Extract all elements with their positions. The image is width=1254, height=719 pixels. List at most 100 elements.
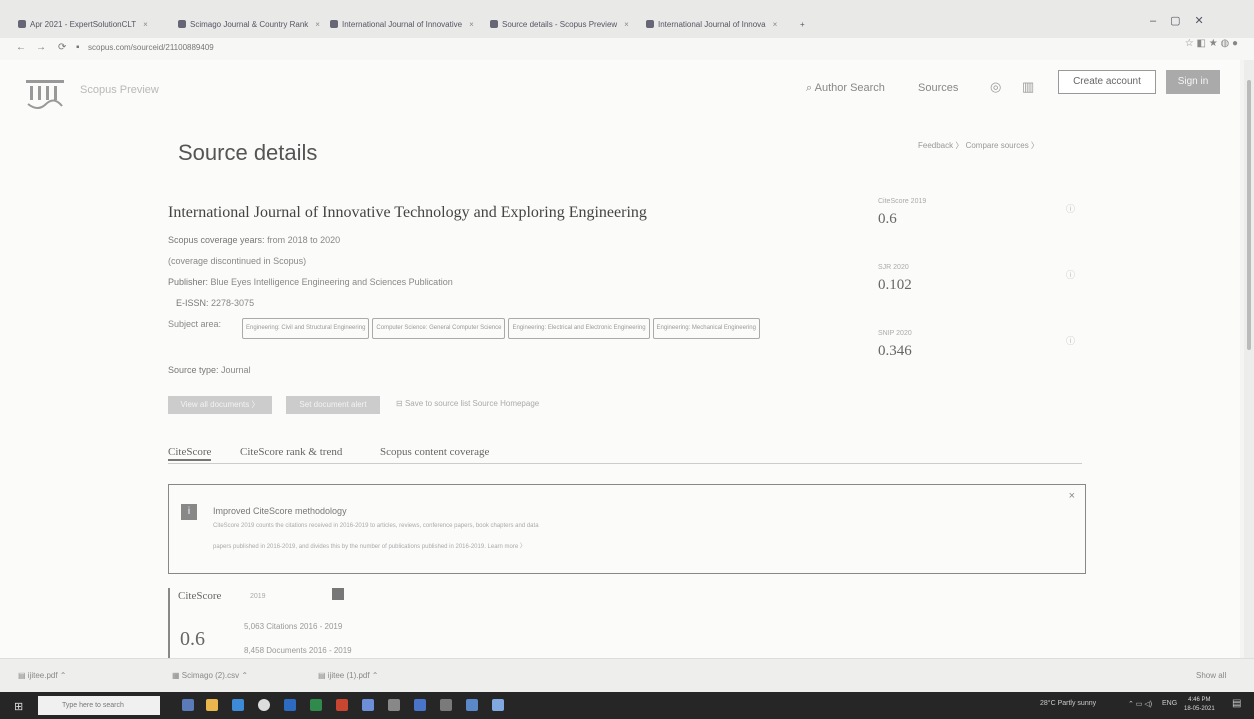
tab-scopus-content-coverage[interactable]: Scopus content coverage: [380, 446, 489, 458]
browser-tab-strip: Apr 2021 - ExpertSolutionCLT × Scimago Jo…: [0, 0, 1254, 38]
taskbar-search-input[interactable]: Type here to search: [38, 696, 160, 715]
mail-icon[interactable]: [232, 699, 244, 711]
lock-icon: ▪: [76, 42, 80, 53]
app-icon[interactable]: [466, 699, 478, 711]
citescore-label: CiteScore 2019: [878, 198, 927, 205]
app-icon[interactable]: [492, 699, 504, 711]
browser-tab-active[interactable]: International Journal of Innova ×: [646, 14, 777, 34]
close-tab-icon[interactable]: ×: [773, 20, 778, 29]
help-icon[interactable]: ◎: [990, 79, 1001, 95]
tray-icons[interactable]: ⌃ ▭ ◁): [1128, 700, 1152, 708]
citescore-methodology-notice: i Improved CiteScore methodology CiteSco…: [168, 484, 1086, 574]
app-icon[interactable]: [414, 699, 426, 711]
save-to-source-list-link[interactable]: ⊟ Save to source list Source Homepage: [396, 399, 539, 408]
chrome-icon[interactable]: [258, 699, 270, 711]
notice-title: Improved CiteScore methodology: [213, 506, 347, 516]
documents-count[interactable]: 8,458 Documents 2016 - 2019: [244, 646, 352, 655]
brand-name[interactable]: Scopus Preview: [80, 84, 159, 96]
word-icon[interactable]: [284, 699, 296, 711]
citescore-big-value: 0.6: [180, 628, 205, 650]
download-item[interactable]: ▤ ijitee.pdf ⌃: [18, 671, 67, 680]
snip-label: SNIP 2020: [878, 330, 912, 337]
taskbar-clock[interactable]: 4:46 PM 18-05-2021: [1184, 696, 1215, 714]
subject-chip[interactable]: Engineering: Mechanical Engineering: [652, 318, 760, 339]
citescore-panel: CiteScore 2019 0.6 5,063 Citations 2016 …: [168, 588, 468, 658]
browser-tab[interactable]: Source details - Scopus Preview ×: [490, 14, 629, 34]
info-icon[interactable]: ⓘ: [1066, 202, 1075, 215]
coverage-years: Scopus coverage years: from 2018 to 2020: [168, 235, 341, 245]
publisher: Publisher: Blue Eyes Intelligence Engine…: [168, 277, 453, 287]
favicon-icon: [490, 20, 498, 28]
browser-tab[interactable]: Apr 2021 - ExpertSolutionCLT ×: [18, 14, 148, 34]
language-indicator[interactable]: ENG: [1162, 700, 1177, 707]
source-type: Source type: Journal: [168, 365, 251, 375]
notice-text: papers published in 2016-2019, and divid…: [213, 544, 526, 550]
favicon-icon: [18, 20, 26, 28]
subject-chip[interactable]: Computer Science: General Computer Scien…: [372, 318, 506, 339]
citescore-title: CiteScore: [178, 590, 222, 602]
back-icon[interactable]: ←: [16, 42, 26, 53]
citations-count[interactable]: 5,063 Citations 2016 - 2019: [244, 622, 342, 631]
scrollbar-thumb[interactable]: [1247, 80, 1251, 350]
info-icon[interactable]: ⓘ: [1066, 268, 1075, 281]
close-tab-icon[interactable]: ×: [624, 20, 629, 29]
browser-tab[interactable]: International Journal of Innovative ×: [330, 14, 474, 34]
page-scrollbar[interactable]: [1244, 60, 1254, 658]
forward-icon[interactable]: →: [36, 42, 46, 53]
citescore-value: 0.6: [878, 211, 897, 227]
calculator-icon[interactable]: [332, 588, 344, 600]
download-item[interactable]: ▤ ijitee (1).pdf ⌃: [318, 671, 379, 680]
favicon-icon: [646, 20, 654, 28]
info-icon: i: [181, 504, 197, 520]
author-search-link[interactable]: ⌕ Author Search: [806, 82, 885, 95]
csv-file-icon: ▦: [172, 671, 182, 680]
reload-icon[interactable]: ⟳: [58, 42, 66, 53]
create-account-button[interactable]: Create account: [1058, 70, 1156, 94]
subject-chip[interactable]: Engineering: Civil and Structural Engine…: [242, 318, 370, 339]
citescore-year: 2019: [250, 593, 266, 600]
close-tab-icon[interactable]: ×: [469, 20, 474, 29]
bookmark-icon: ⊟: [396, 399, 405, 408]
subject-chip[interactable]: Engineering: Electrical and Electronic E…: [508, 318, 650, 339]
download-item[interactable]: ▦ Scimago (2).csv ⌃: [172, 671, 248, 680]
feedback-compare-links[interactable]: Feedback 〉 Compare sources 〉: [918, 140, 1039, 151]
weather-widget[interactable]: 28°C Partly sunny: [1040, 700, 1096, 707]
browser-toolbar-icons[interactable]: ☆ ◧ ★ ◍ ●: [1185, 38, 1238, 49]
edge-icon[interactable]: [362, 699, 374, 711]
address-input[interactable]: scopus.com/sourceid/21100889409: [88, 43, 214, 52]
favicon-icon: [178, 20, 186, 28]
scopus-logo-icon: [26, 80, 64, 109]
app-icon[interactable]: [440, 699, 452, 711]
windows-start-icon[interactable]: ⊞: [14, 700, 23, 713]
close-tab-icon[interactable]: ×: [315, 20, 320, 29]
sign-in-button[interactable]: Sign in: [1166, 70, 1220, 94]
downloads-bar: ▤ ijitee.pdf ⌃ ▦ Scimago (2).csv ⌃ ▤ iji…: [0, 658, 1254, 692]
sources-link[interactable]: Sources: [918, 82, 958, 94]
pdf-file-icon: ▤: [318, 671, 328, 680]
close-tab-icon[interactable]: ×: [143, 20, 148, 29]
show-all-downloads[interactable]: Show all: [1196, 671, 1226, 680]
file-explorer-icon[interactable]: [206, 699, 218, 711]
search-icon: ⌕: [806, 82, 815, 94]
notice-text: CiteScore 2019 counts the citations rece…: [213, 523, 539, 529]
tab-citescore[interactable]: CiteScore: [168, 446, 212, 461]
powerpoint-icon[interactable]: [336, 699, 348, 711]
e-issn: E-ISSN: 2278-3075: [176, 298, 255, 308]
sjr-value: 0.102: [878, 277, 912, 293]
app-icon[interactable]: [388, 699, 400, 711]
set-document-alert-button[interactable]: Set document alert: [286, 396, 380, 414]
pdf-file-icon: ▤: [18, 671, 28, 680]
window-controls[interactable]: –▢✕: [1150, 10, 1218, 30]
new-tab-button[interactable]: +: [800, 14, 805, 34]
excel-icon[interactable]: [310, 699, 322, 711]
notification-icon[interactable]: ▤: [1232, 698, 1241, 709]
favicon-icon: [330, 20, 338, 28]
tab-citescore-rank-trend[interactable]: CiteScore rank & trend: [240, 446, 342, 458]
info-icon[interactable]: ⓘ: [1066, 334, 1075, 347]
close-icon[interactable]: ×: [1069, 490, 1075, 502]
browser-tab[interactable]: Scimago Journal & Country Rank ×: [178, 14, 320, 34]
library-icon[interactable]: ▥: [1022, 79, 1034, 95]
view-all-documents-button[interactable]: View all documents 〉: [168, 396, 272, 414]
journal-title: International Journal of Innovative Tech…: [168, 204, 647, 221]
task-view-icon[interactable]: [182, 699, 194, 711]
